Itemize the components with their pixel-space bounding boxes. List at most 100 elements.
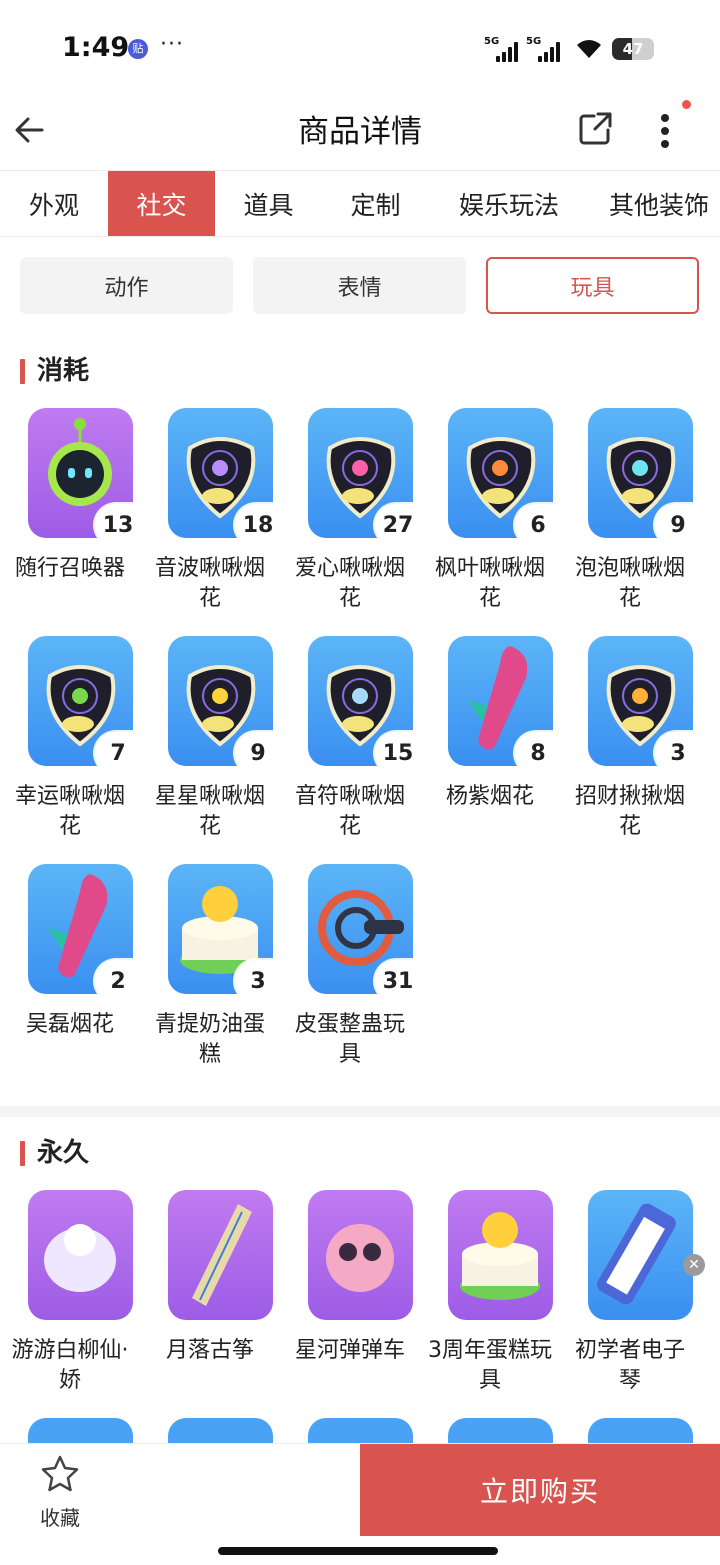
item-name: 随行召唤器 — [14, 556, 125, 581]
item-thumbnail[interactable]: 9 — [588, 408, 701, 546]
keyboard-icon — [597, 1203, 676, 1305]
item-count-badge: 15 — [375, 732, 421, 774]
item-name: 招财揪揪烟花 — [574, 784, 685, 839]
battery-level: 47 — [622, 40, 644, 58]
tab-other-decor[interactable]: 其他装饰 — [589, 171, 720, 236]
item-card[interactable]: 2 吴磊烟花 — [0, 864, 141, 1074]
item-thumbnail[interactable] — [28, 1190, 133, 1320]
more-options-icon[interactable] — [648, 106, 682, 154]
home-indicator[interactable] — [218, 1547, 498, 1555]
item-card[interactable]: 9 泡泡啾啾烟花 — [560, 408, 701, 618]
permanent-item-grid: 游游白柳仙·娇 月落古筝 星河弹弹车 3周年蛋糕玩具 初学者电子琴 — [0, 1190, 720, 1420]
item-count-badge: 9 — [235, 732, 281, 774]
tab-label: 娱乐玩法 — [458, 191, 559, 220]
item-thumbnail[interactable]: 18 — [168, 408, 281, 546]
item-card[interactable]: 月落古筝 — [140, 1190, 280, 1400]
item-thumbnail[interactable]: 7 — [28, 636, 141, 774]
item-name: 皮蛋整蛊玩具 — [294, 1012, 405, 1067]
tab-label: 定制 — [350, 191, 401, 220]
item-count-badge: 3 — [235, 960, 281, 1002]
consumable-item-grid: 13 随行召唤器 18 音波啾啾烟花 27 爱心啾啾烟花 6 枫叶啾啾烟花 9 泡泡啾啾烟花 7 幸运… — [0, 408, 720, 1088]
item-name: 爱心啾啾烟花 — [294, 556, 405, 611]
subtab-emotes[interactable]: 表情 — [253, 257, 466, 314]
item-card[interactable]: 15 音符啾啾烟花 — [280, 636, 421, 846]
item-count-badge: 7 — [95, 732, 141, 774]
item-name: 杨紫烟花 — [445, 784, 534, 809]
tab-entertainment[interactable]: 娱乐玩法 — [429, 171, 589, 236]
item-thumbnail[interactable]: 15 — [308, 636, 421, 774]
item-thumbnail[interactable]: 3 — [168, 864, 281, 1002]
spirit-creature-icon — [44, 1224, 116, 1292]
item-count-badge: 13 — [95, 504, 141, 546]
item-card[interactable]: 9 星星啾啾烟花 — [140, 636, 281, 846]
item-card[interactable]: 31 皮蛋整蛊玩具 — [280, 864, 421, 1074]
subcategory-tabs: 动作 表情 玩具 — [20, 257, 700, 315]
tab-appearance[interactable]: 外观 — [0, 171, 108, 236]
item-count-badge: 3 — [655, 732, 701, 774]
status-time: 1:49 — [62, 32, 130, 63]
tab-label: 外观 — [28, 191, 79, 220]
item-thumbnail[interactable]: 3 — [588, 636, 701, 774]
item-card[interactable]: 27 爱心啾啾烟花 — [280, 408, 421, 618]
star-icon — [41, 1455, 79, 1492]
item-name: 月落古筝 — [165, 1338, 254, 1363]
item-name: 青提奶油蛋糕 — [154, 1012, 265, 1067]
item-thumbnail[interactable]: 2 — [28, 864, 141, 1002]
item-count-badge: 2 — [95, 960, 141, 1002]
item-count-badge: 8 — [515, 732, 561, 774]
item-count-badge: 31 — [375, 960, 421, 1002]
section-title-consumable: 消耗 — [20, 356, 89, 386]
item-name: 泡泡啾啾烟花 — [574, 556, 685, 611]
item-thumbnail[interactable]: 27 — [308, 408, 421, 546]
app-notification-icon: 贴 — [128, 39, 148, 59]
bumper-car-icon — [326, 1224, 394, 1292]
item-name: 初学者电子琴 — [574, 1338, 685, 1393]
item-card[interactable]: 3 青提奶油蛋糕 — [140, 864, 281, 1074]
signal-icon-2 — [538, 40, 560, 62]
tab-custom[interactable]: 定制 — [322, 171, 429, 236]
favorite-button[interactable]: 收藏 — [24, 1454, 96, 1534]
item-count-badge: 18 — [235, 504, 281, 546]
item-thumbnail[interactable] — [168, 1190, 273, 1320]
subtab-actions[interactable]: 动作 — [20, 257, 233, 314]
buy-now-button[interactable]: 立即购买 — [360, 1444, 720, 1536]
item-card[interactable]: 初学者电子琴 — [560, 1190, 700, 1400]
tab-label: 道具 — [243, 191, 294, 220]
signal-icon-1 — [496, 40, 518, 62]
tab-label: 社交 — [136, 191, 187, 220]
item-card[interactable]: 游游白柳仙·娇 — [0, 1190, 140, 1400]
item-card[interactable]: 8 杨紫烟花 — [420, 636, 561, 846]
item-thumbnail[interactable] — [588, 1190, 693, 1320]
more-notifications-icon: ··· — [160, 32, 184, 57]
item-name: 游游白柳仙·娇 — [11, 1338, 129, 1393]
item-thumbnail[interactable]: 13 — [28, 408, 141, 546]
item-thumbnail[interactable] — [448, 1190, 553, 1320]
item-card[interactable]: 18 音波啾啾烟花 — [140, 408, 281, 618]
share-icon[interactable] — [574, 108, 616, 150]
item-thumbnail[interactable]: 9 — [168, 636, 281, 774]
close-icon[interactable]: ✕ — [683, 1254, 705, 1276]
section-title-permanent: 永久 — [20, 1138, 89, 1168]
item-name: 音符啾啾烟花 — [294, 784, 405, 839]
section-divider — [0, 1106, 720, 1117]
item-thumbnail[interactable]: 6 — [448, 408, 561, 546]
subtab-toys[interactable]: 玩具 — [486, 257, 699, 314]
tab-props[interactable]: 道具 — [215, 171, 322, 236]
tab-social[interactable]: 社交 — [108, 171, 215, 236]
favorite-label: 收藏 — [40, 1506, 80, 1530]
item-name: 音波啾啾烟花 — [154, 556, 265, 611]
item-card[interactable]: 3周年蛋糕玩具 — [420, 1190, 560, 1400]
status-bar: 1:49 贴 ··· 5G 5G 47 — [0, 0, 720, 100]
item-card[interactable]: 星河弹弹车 — [280, 1190, 420, 1400]
item-card[interactable]: 3 招财揪揪烟花 — [560, 636, 701, 846]
item-card[interactable]: 7 幸运啾啾烟花 — [0, 636, 141, 846]
item-thumbnail[interactable] — [308, 1190, 413, 1320]
item-thumbnail[interactable]: 8 — [448, 636, 561, 774]
item-thumbnail[interactable]: 31 — [308, 864, 421, 1002]
item-count-badge: 6 — [515, 504, 561, 546]
item-name: 星星啾啾烟花 — [154, 784, 265, 839]
subtab-label: 动作 — [104, 275, 149, 301]
item-name: 3周年蛋糕玩具 — [428, 1338, 552, 1393]
item-card[interactable]: 6 枫叶啾啾烟花 — [420, 408, 561, 618]
item-card[interactable]: 13 随行召唤器 — [0, 408, 141, 618]
